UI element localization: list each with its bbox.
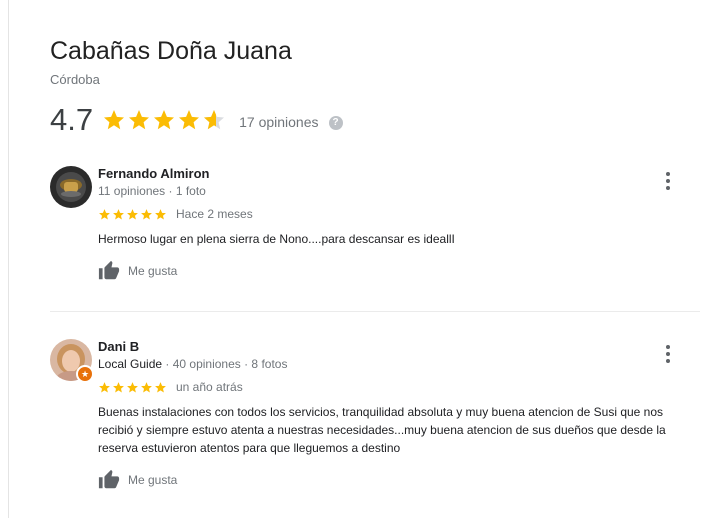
left-border [8,0,9,518]
review-stars [98,381,168,394]
reviews-count[interactable]: 17 opiniones [239,114,318,130]
like-label: Me gusta [128,473,178,487]
star-icon [179,110,200,130]
local-guide-label: Local Guide [98,357,163,371]
thumbs-up-icon [98,469,120,489]
place-location: Córdoba [50,72,100,87]
review-date: un año atrás [176,380,243,394]
star-icon [99,381,110,392]
star-icon [155,208,166,219]
star-icon [127,381,138,392]
like-button[interactable]: Me gusta [98,260,177,282]
rating-value: 4.7 [50,102,94,137]
review-rating: Hace 2 meses [98,207,253,221]
star-icon [141,208,152,219]
review-card: ★ Dani B Local Guide · 40 opiniones · 8 … [50,339,700,509]
star-icon [99,208,110,219]
review-stars [98,208,168,221]
thumbs-up-icon [98,260,120,280]
like-label: Me gusta [128,264,178,278]
review-text: Hermoso lugar en plena sierra de Nono...… [98,232,455,246]
local-guide-badge-icon: ★ [76,365,94,383]
review-text: Buenas instalaciones con todos los servi… [98,405,666,455]
star-icon [104,110,125,130]
star-icon [129,110,150,130]
star-icon [113,381,124,392]
review-card: Fernando Almiron 11 opiniones · 1 foto H… [50,166,700,286]
more-options-icon[interactable] [662,172,674,190]
more-options-icon[interactable] [662,345,674,363]
review-author-stats: Local Guide · 40 opiniones · 8 fotos [98,357,287,371]
review-date: Hace 2 meses [176,207,253,221]
like-button[interactable]: Me gusta [98,469,177,491]
overall-rating: 4.7 17 opiniones ? [50,100,343,140]
review-author-counts: · 40 opiniones · 8 fotos [162,357,288,371]
star-icon [154,110,175,130]
half-star-icon [204,110,225,130]
overall-stars [102,108,227,132]
star-icon [113,208,124,219]
star-icon [155,381,166,392]
review-author-stats: 11 opiniones · 1 foto [98,184,206,198]
help-icon[interactable]: ? [328,115,343,130]
review-author[interactable]: Fernando Almiron [98,166,209,181]
review-author[interactable]: Dani B [98,339,139,354]
place-title: Cabañas Doña Juana [50,37,292,65]
avatar[interactable] [50,166,92,208]
divider [50,311,700,312]
star-icon [141,381,152,392]
star-icon [127,208,138,219]
review-rating: un año atrás [98,380,243,394]
